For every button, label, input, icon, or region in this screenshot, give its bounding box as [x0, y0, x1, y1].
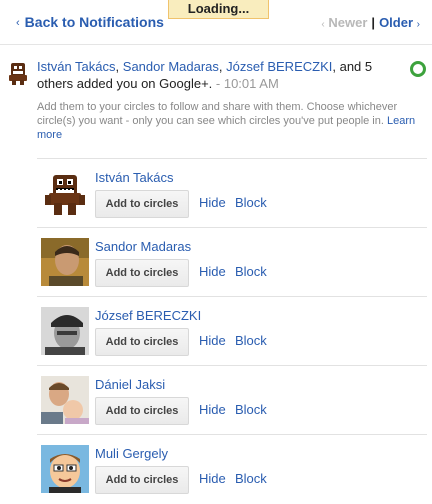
top-bar: ‹ Back to Notifications Loading... ‹ Newe… [0, 0, 432, 44]
person-row: Muli Gergely Add to circles Hide Block [37, 434, 427, 504]
block-link[interactable]: Block [235, 471, 267, 486]
pager: ‹ Newer | Older › [321, 15, 420, 30]
cartoon-avatar[interactable] [41, 445, 89, 493]
robot-avatar[interactable] [41, 169, 89, 217]
comma: , [218, 59, 223, 74]
add-to-circles-button[interactable]: Add to circles [95, 466, 189, 494]
older-label: Older [379, 15, 414, 30]
chevron-left-icon: ‹ [321, 19, 325, 30]
add-to-circles-button[interactable]: Add to circles [95, 190, 189, 218]
person-row: Sandor Madaras Add to circles Hide Block [37, 227, 427, 297]
person-row: József BERECZKI Add to circles Hide Bloc… [37, 296, 427, 366]
person-name-link[interactable]: József BERECZKI [95, 308, 201, 323]
comma: , [115, 59, 120, 74]
person-name-link[interactable]: Sandor Madaras [95, 239, 191, 254]
person-name-link[interactable]: Muli Gergely [95, 446, 168, 461]
person-row: Dániel Jaksi Add to circles Hide Block [37, 365, 427, 435]
add-to-circles-button[interactable]: Add to circles [95, 328, 189, 356]
photo-avatar[interactable] [41, 307, 89, 355]
hide-link[interactable]: Hide [199, 333, 226, 348]
older-link[interactable]: Older › [379, 15, 420, 30]
actor-link[interactable]: József BERECZKI [226, 59, 332, 74]
block-link[interactable]: Block [235, 264, 267, 279]
divider [0, 44, 432, 45]
person-name-link[interactable]: Dániel Jaksi [95, 377, 165, 392]
add-to-circles-button[interactable]: Add to circles [95, 397, 189, 425]
hide-link[interactable]: Hide [199, 264, 226, 279]
loading-indicator: Loading... [168, 0, 269, 19]
notification-description: Add them to your circles to follow and s… [37, 100, 423, 142]
newer-link[interactable]: ‹ Newer [321, 15, 367, 30]
photo-avatar[interactable] [41, 238, 89, 286]
actor-link[interactable]: István Takács [37, 59, 116, 74]
photo-avatar[interactable] [41, 376, 89, 424]
hide-link[interactable]: Hide [199, 471, 226, 486]
hide-link[interactable]: Hide [199, 402, 226, 417]
back-link-label: Back to Notifications [24, 14, 164, 30]
hide-link[interactable]: Hide [199, 195, 226, 210]
pager-separator: | [371, 15, 376, 30]
add-to-circles-button[interactable]: Add to circles [95, 259, 189, 287]
block-link[interactable]: Block [235, 333, 267, 348]
timestamp: 10:01 AM [223, 76, 279, 91]
notification-text: István Takács, Sandor Madaras, József BE… [37, 58, 407, 92]
person-row: István Takács Add to circles Hide Block [37, 158, 427, 228]
notification-robot-icon [8, 61, 28, 85]
newer-label: Newer [328, 15, 368, 30]
status-circle-icon [410, 61, 426, 77]
actor-link[interactable]: Sandor Madaras [123, 59, 219, 74]
block-link[interactable]: Block [235, 195, 267, 210]
person-name-link[interactable]: István Takács [95, 170, 174, 185]
chevron-right-icon: › [416, 19, 420, 30]
back-to-notifications-link[interactable]: ‹ Back to Notifications [16, 14, 164, 30]
block-link[interactable]: Block [235, 402, 267, 417]
chevron-left-icon: ‹ [16, 17, 20, 29]
time-dash: - [212, 76, 224, 91]
description-text: Add them to your circles to follow and s… [37, 101, 398, 127]
